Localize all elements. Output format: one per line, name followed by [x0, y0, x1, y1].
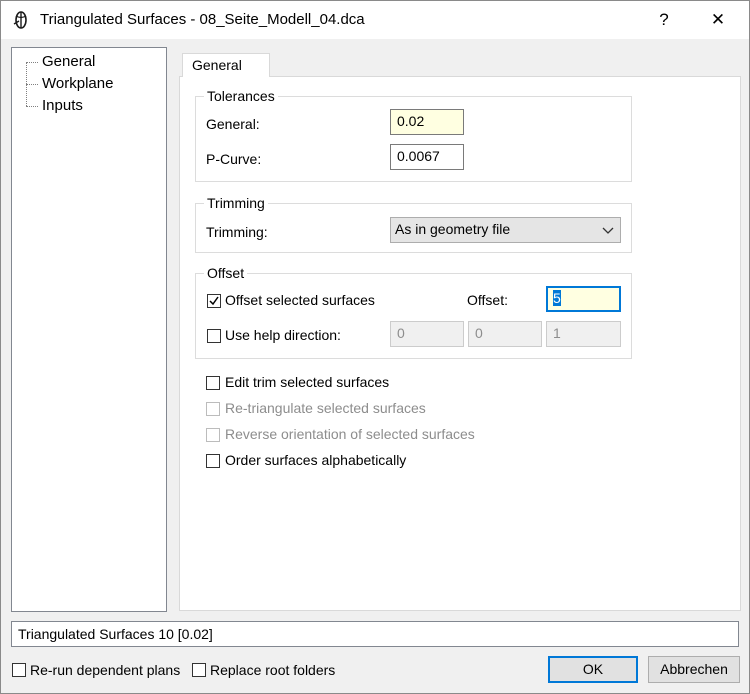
offset-label: Offset:: [467, 292, 508, 308]
trimming-group-title: Trimming: [204, 195, 268, 211]
close-button[interactable]: ✕: [707, 9, 729, 31]
help-button[interactable]: ?: [653, 9, 675, 31]
edit-trim-checkbox[interactable]: [206, 376, 220, 390]
general-tolerance-field[interactable]: 0.02: [390, 109, 464, 135]
trimming-select[interactable]: As in geometry file: [390, 217, 621, 243]
tree-item-workplane[interactable]: Workplane: [28, 74, 113, 94]
cancel-button[interactable]: Abbrechen: [648, 656, 740, 683]
offset-value: 5: [553, 290, 561, 306]
dialog-window: Triangulated Surfaces - 08_Seite_Modell_…: [0, 0, 750, 694]
tab-panel-general: Tolerances General: 0.02 P-Curve: 0.0067…: [179, 76, 741, 611]
offset-field[interactable]: 5: [546, 286, 621, 312]
offset-selected-checkbox[interactable]: [207, 294, 221, 308]
general-tolerance-label: General:: [206, 116, 260, 132]
order-alphabetically-label: Order surfaces alphabetically: [225, 452, 407, 468]
direction-z-field[interactable]: 1: [546, 321, 621, 347]
reverse-orientation-label: Reverse orientation of selected surfaces: [225, 426, 475, 442]
tree-item-inputs[interactable]: Inputs: [28, 96, 83, 116]
tab-general[interactable]: General: [182, 53, 270, 77]
retriangulate-label: Re-triangulate selected surfaces: [225, 400, 426, 416]
status-field: Triangulated Surfaces 10 [0.02]: [11, 621, 739, 647]
direction-y-field[interactable]: 0: [468, 321, 542, 347]
help-direction-label: Use help direction:: [225, 327, 341, 343]
offset-selected-label: Offset selected surfaces: [225, 292, 375, 308]
tree-item-general[interactable]: General: [28, 52, 95, 72]
checkmark-icon: [209, 296, 219, 306]
app-icon: [11, 10, 31, 30]
direction-x-field[interactable]: 0: [390, 321, 464, 347]
rerun-dependent-label: Re-run dependent plans: [30, 662, 181, 678]
navigation-tree: General Workplane Inputs: [11, 47, 167, 612]
replace-root-label: Replace root folders: [210, 662, 336, 678]
tolerances-group: Tolerances General: 0.02 P-Curve: 0.0067: [195, 88, 632, 182]
ok-button[interactable]: OK: [548, 656, 638, 683]
offset-group-title: Offset: [204, 265, 248, 281]
order-alphabetically-checkbox[interactable]: [206, 454, 220, 468]
rerun-dependent-checkbox[interactable]: [12, 663, 26, 677]
pcurve-tolerance-field[interactable]: 0.0067: [390, 144, 464, 170]
help-direction-checkbox[interactable]: [207, 329, 221, 343]
title-bar: Triangulated Surfaces - 08_Seite_Modell_…: [1, 1, 749, 39]
replace-root-checkbox[interactable]: [192, 663, 206, 677]
pcurve-tolerance-label: P-Curve:: [206, 151, 262, 167]
window-title: Triangulated Surfaces - 08_Seite_Modell_…: [40, 11, 365, 28]
tolerances-group-title: Tolerances: [204, 88, 278, 104]
reverse-orientation-checkbox[interactable]: [206, 428, 220, 442]
edit-trim-label: Edit trim selected surfaces: [225, 374, 390, 390]
trimming-group: Trimming Trimming: As in geometry file: [195, 195, 632, 253]
offset-group: Offset Offset selected surfaces Offset: …: [195, 265, 632, 359]
retriangulate-checkbox[interactable]: [206, 402, 220, 416]
chevron-down-icon: [602, 221, 614, 239]
trimming-label: Trimming:: [206, 224, 268, 240]
trimming-selected-value: As in geometry file: [395, 221, 511, 237]
